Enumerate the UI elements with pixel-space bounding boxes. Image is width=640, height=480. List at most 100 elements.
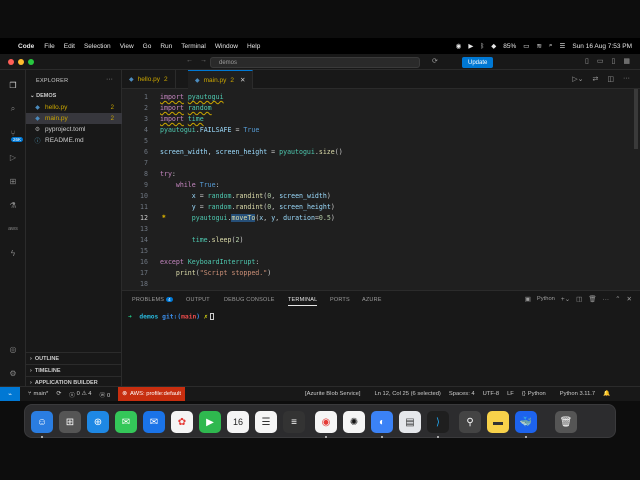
tab-azure[interactable]: AZURE [362,297,382,303]
back-arrow-icon[interactable]: ← [186,57,193,64]
messages-icon[interactable]: ✉ [115,411,137,433]
vscode-icon[interactable]: ⟩ [427,411,449,433]
cursor-position[interactable]: Ln 12, Col 25 (6 selected) [374,391,440,397]
tab-output[interactable]: OUTPUT [186,297,210,303]
script-editor-icon[interactable]: ⚲ [459,411,481,433]
more-actions-icon[interactable]: ··· [603,296,610,303]
ports-icon[interactable]: ⓦ 0 [100,390,111,399]
clock[interactable]: Sun 16 Aug 7:53 PM [572,43,632,50]
tab-main-py[interactable]: ◆ main.py 2 ✕ [188,70,254,89]
tab-ports[interactable]: PORTS [330,297,350,303]
update-button[interactable]: Update [462,57,494,68]
command-center-search[interactable]: demos [210,57,420,68]
tab-problems[interactable]: PROBLEMS 4 [132,297,173,303]
preview-icon[interactable]: ▤ [399,411,421,433]
menu-window[interactable]: Window [215,43,238,50]
compare-icon[interactable]: ⇄ [593,75,599,83]
menu-run[interactable]: Run [160,43,172,50]
trash-icon[interactable]: 🗑 [555,411,577,433]
calendar-icon[interactable]: 16 [227,411,249,433]
terminal-output[interactable]: ➜ demos git:(main) ✗ [128,313,214,321]
source-control-icon[interactable]: ⑂ 26K [6,126,23,142]
testing-icon[interactable]: ⚗ [6,198,20,212]
tab-debug-console[interactable]: DEBUG CONSOLE [224,297,275,303]
code-editor[interactable]: 1 2 3 4 5 6 7 8 9 10 11 12 13 14 15 16 17 18 import pyaut… [122,89,640,290]
aws-icon[interactable]: aws [6,222,20,236]
mail-icon[interactable]: ✉ [143,411,165,433]
menu-file[interactable]: File [44,43,54,50]
menu-view[interactable]: View [120,43,134,50]
file-hello-py[interactable]: ◆ hello.py 2 [26,102,122,113]
azurite-blob[interactable]: [Azurite Blob Service] [305,391,360,397]
play-icon[interactable]: ▶ [468,42,473,50]
line-ending[interactable]: LF [507,391,514,397]
menu-go[interactable]: Go [143,43,152,50]
section-outline[interactable]: › OUTLINE [26,352,122,364]
sync-icon[interactable]: ⟳ [56,391,61,397]
photos-icon[interactable]: ✿ [171,411,193,433]
run-debug-icon[interactable]: ▷ [6,150,20,164]
indentation[interactable]: Spaces: 4 [449,391,475,397]
terminal-profile[interactable]: Python [537,296,555,302]
aws-profile[interactable]: ⊗ AWS: profile:default [118,387,186,401]
finder-icon[interactable]: ☺ [31,411,53,433]
spotlight-icon[interactable]: ⌕ [549,42,553,50]
launchpad-icon[interactable]: ⊞ [59,411,81,433]
menu-selection[interactable]: Selection [84,43,111,50]
file-main-py[interactable]: ◆ main.py 2 [26,113,122,124]
minimize-window-button[interactable] [18,59,24,65]
facetime-icon[interactable]: ▶ [199,411,221,433]
control-center-icon[interactable]: ☰ [560,42,566,50]
record-icon[interactable]: ◉ [456,42,462,50]
account-icon[interactable]: ◎ [6,342,20,356]
remote-indicator-icon[interactable]: ⌁ [0,387,20,401]
more-actions-icon[interactable]: ··· [623,75,630,83]
folder-demos[interactable]: ⌄ DEMOS [30,93,56,99]
stickies-icon[interactable]: ▬ [487,411,509,433]
file-pyproject-toml[interactable]: ⚙ pyproject.toml [26,124,122,135]
split-editor-icon[interactable]: ◫ [607,75,614,83]
safari-icon[interactable]: ⊕ [87,411,109,433]
docker-icon[interactable]: 🐳 [515,411,537,433]
close-window-button[interactable] [8,59,14,65]
section-timeline[interactable]: › TIMELINE [26,364,122,376]
menu-terminal[interactable]: Terminal [181,43,206,50]
extensions-icon[interactable]: ⊞ [6,174,20,188]
more-actions-icon[interactable]: ··· [106,76,113,83]
menu-edit[interactable]: Edit [64,43,75,50]
notes-icon[interactable]: ≡ [283,411,305,433]
copilot-icon[interactable]: ⟳ [432,57,438,65]
proxyman-icon[interactable]: ◐ [371,411,393,433]
bluetooth-icon[interactable]: ᛒ [480,43,484,50]
remote-explorer-icon[interactable]: ϟ [6,246,20,260]
tab-hello-py[interactable]: ◆ hello.py 2 [122,70,176,89]
close-icon[interactable]: ✕ [240,76,245,84]
menu-help[interactable]: Help [247,43,260,50]
git-branch[interactable]: ⑂ main* [28,391,48,397]
battery-icon[interactable]: ▭ [523,42,529,50]
search-icon[interactable]: ⌕ [6,102,20,116]
toggle-panel-icon[interactable]: ▭ [597,57,604,65]
split-terminal-icon[interactable]: ◫ [576,295,582,303]
problems-status[interactable]: ⓧ 0 ⚠ 4 [69,390,91,399]
tab-terminal[interactable]: TERMINAL [288,297,318,306]
python-interpreter[interactable]: Python 3.11.7 [560,391,595,397]
settings-gear-icon[interactable]: ⚙ [6,366,20,380]
editor-scrollbar[interactable] [634,89,638,149]
file-readme-md[interactable]: ⓘ README.md [26,135,122,146]
customize-layout-icon[interactable]: ▦ [623,57,630,65]
zoom-window-button[interactable] [28,59,34,65]
trash-icon[interactable]: 🗑 [588,295,596,303]
menu-app-name[interactable]: Code [18,43,34,50]
files-icon[interactable]: ❐ [6,78,20,92]
chrome-icon[interactable]: ◉ [315,411,337,433]
maximize-panel-icon[interactable]: ⌃ [615,295,620,303]
wifi-icon[interactable]: ≋ [536,42,541,50]
toggle-sidebar-icon[interactable]: ▯ [585,57,589,65]
dropbox-icon[interactable]: ◆ [491,42,496,50]
run-python-icon[interactable]: ▷⌄ [572,75,583,83]
close-icon[interactable]: ✕ [627,295,632,303]
forward-arrow-icon[interactable]: → [200,57,207,64]
reminders-icon[interactable]: ☰ [255,411,277,433]
toggle-secondary-sidebar-icon[interactable]: ▯ [612,57,616,65]
